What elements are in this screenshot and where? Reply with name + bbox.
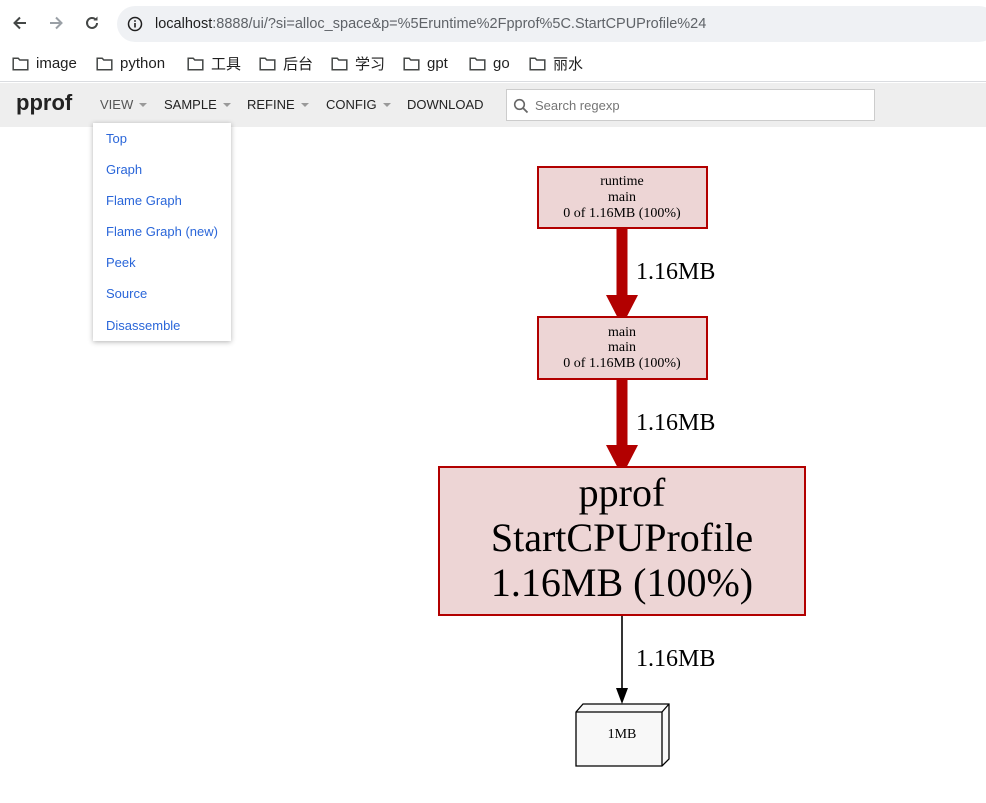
view-menu-item-top[interactable]: Top	[106, 128, 127, 150]
bookmark-label: python	[120, 54, 166, 72]
url-text[interactable]: localhost:8888/ui/?si=alloc_space&p=%5Er…	[155, 6, 706, 42]
search-icon	[513, 98, 529, 114]
node-package: main	[608, 325, 636, 340]
url-path: :8888/ui/?si=alloc_space&p=%5Eruntime%2F…	[212, 16, 707, 32]
bookmark-tools[interactable]: 工具	[187, 46, 241, 80]
folder-icon	[331, 56, 348, 71]
graph-leaf-node[interactable]: 1MB	[575, 703, 670, 767]
edge-label: 1.16MB	[636, 646, 715, 672]
node-value: 1MB	[608, 727, 637, 742]
graph-node[interactable]: runtime main 0 of 1.16MB (100%)	[537, 166, 708, 229]
folder-icon	[259, 56, 276, 71]
edge-label: 1.16MB	[636, 410, 715, 436]
bookmark-gpt[interactable]: gpt	[403, 46, 448, 80]
node-package: runtime	[600, 174, 644, 189]
back-button[interactable]	[7, 10, 33, 36]
folder-icon	[96, 56, 113, 71]
graph-node[interactable]: main main 0 of 1.16MB (100%)	[537, 316, 708, 380]
browser-toolbar: localhost:8888/ui/?si=alloc_space&p=%5Er…	[0, 0, 986, 46]
bookmark-label: 后台	[283, 55, 314, 73]
graph-node[interactable]: pprof StartCPUProfile 1.16MB (100%)	[438, 466, 806, 616]
caret-down-icon	[300, 102, 309, 107]
arrow-right-icon	[50, 16, 63, 30]
node-value: 1.16MB (100%)	[491, 560, 753, 605]
bookmark-label: 丽水	[553, 55, 584, 73]
search-input[interactable]	[535, 90, 865, 120]
graph-edge[interactable]: 1.16MB	[606, 380, 715, 476]
bookmark-study[interactable]: 学习	[331, 46, 385, 80]
bookmark-label: 工具	[211, 55, 242, 73]
caret-down-icon	[382, 102, 391, 107]
folder-icon	[403, 56, 420, 71]
bookmark-label: gpt	[427, 54, 448, 72]
node-value: 0 of 1.16MB (100%)	[563, 206, 681, 221]
bookmark-label: 学习	[355, 55, 386, 73]
bookmark-image[interactable]: image	[12, 46, 77, 80]
view-menu-item-graph[interactable]: Graph	[106, 159, 142, 181]
reload-button[interactable]	[79, 10, 105, 36]
menu-refine[interactable]: REFINE	[247, 95, 309, 115]
view-menu-item-source[interactable]: Source	[106, 283, 147, 305]
pprof-header: pprof VIEW SAMPLE REFINE CONFIG DOWNLOAD	[0, 83, 986, 127]
reload-icon	[86, 16, 98, 29]
folder-icon	[12, 56, 29, 71]
graph-edge[interactable]: 1.16MB	[606, 229, 715, 326]
edge-label: 1.16MB	[636, 259, 715, 285]
view-menu-item-peek[interactable]: Peek	[106, 252, 136, 274]
menu-config[interactable]: CONFIG	[326, 95, 391, 115]
view-menu-dropdown: Top Graph Flame Graph Flame Graph (new) …	[93, 123, 231, 341]
node-function: main	[608, 190, 636, 205]
bookmark-go[interactable]: go	[469, 46, 510, 80]
node-function: StartCPUProfile	[491, 515, 753, 560]
node-package: pprof	[579, 470, 666, 515]
node-function: main	[608, 340, 636, 355]
folder-icon	[469, 56, 486, 71]
caret-down-icon	[139, 102, 148, 107]
menu-view-label: VIEW	[100, 97, 134, 112]
menu-config-label: CONFIG	[326, 97, 377, 112]
view-menu-item-flame-graph-new[interactable]: Flame Graph (new)	[106, 221, 218, 243]
menu-download[interactable]: DOWNLOAD	[407, 95, 484, 115]
bookmark-label: go	[493, 54, 510, 72]
forward-button[interactable]	[43, 10, 69, 36]
bookmark-backend[interactable]: 后台	[259, 46, 313, 80]
folder-icon	[187, 56, 204, 71]
arrow-left-icon	[13, 16, 26, 30]
search-box	[506, 89, 875, 121]
address-bar[interactable]: localhost:8888/ui/?si=alloc_space&p=%5Er…	[117, 6, 986, 42]
view-menu-item-disassemble[interactable]: Disassemble	[106, 315, 180, 337]
site-info-icon[interactable]	[126, 15, 144, 33]
bookmark-python[interactable]: python	[96, 46, 165, 80]
menu-view[interactable]: VIEW	[100, 95, 148, 115]
view-menu-item-flame-graph[interactable]: Flame Graph	[106, 190, 182, 212]
menu-download-label: DOWNLOAD	[407, 97, 484, 112]
menu-refine-label: REFINE	[247, 97, 295, 112]
node-value: 0 of 1.16MB (100%)	[563, 356, 681, 371]
menu-sample[interactable]: SAMPLE	[164, 95, 231, 115]
url-host: localhost	[155, 16, 213, 32]
folder-icon	[529, 56, 546, 71]
bookmark-label: image	[36, 54, 77, 72]
caret-down-icon	[222, 102, 231, 107]
graph-edge[interactable]: 1.16MB	[616, 616, 715, 704]
bookmark-lishui[interactable]: 丽水	[529, 46, 583, 80]
menu-sample-label: SAMPLE	[164, 97, 217, 112]
bookmarks-bar: image python 工具 后台 学习 gpt go 丽水	[0, 46, 986, 82]
app-title[interactable]: pprof	[16, 83, 72, 123]
